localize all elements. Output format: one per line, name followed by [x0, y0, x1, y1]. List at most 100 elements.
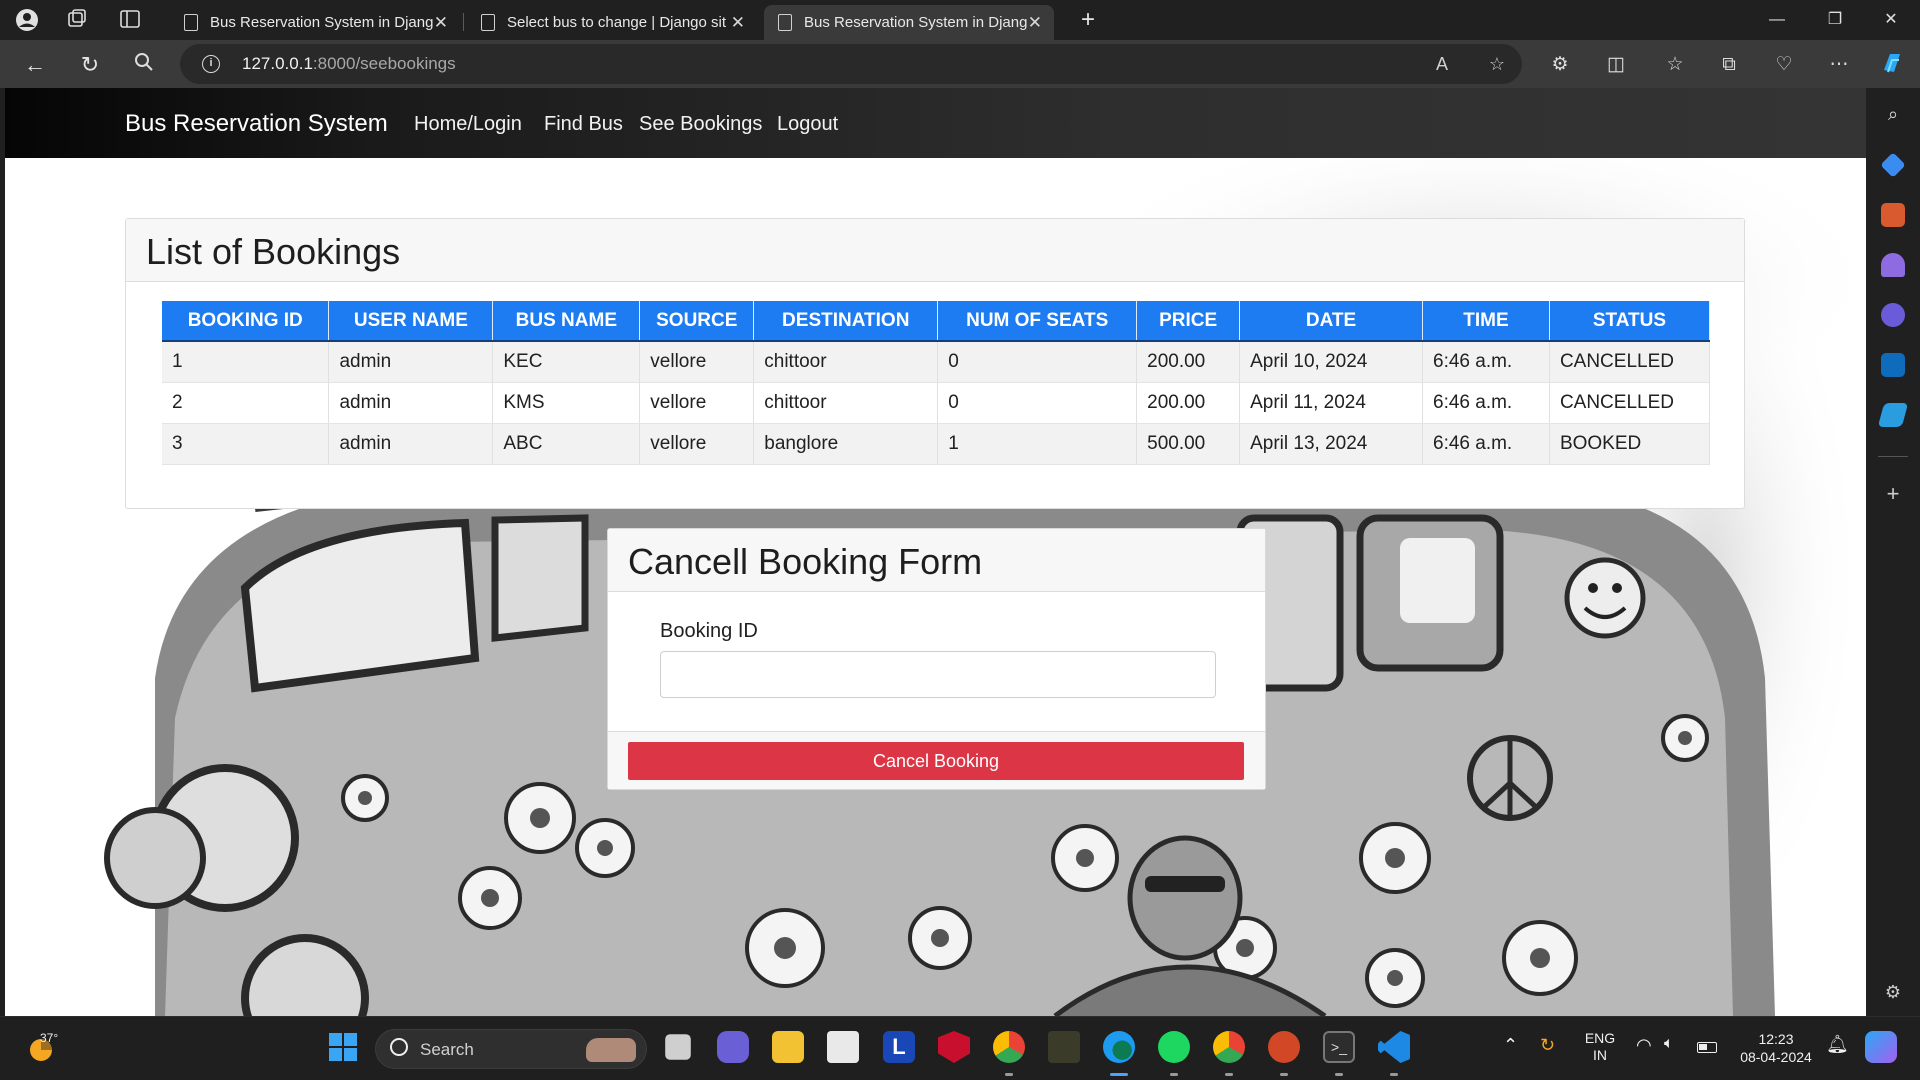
tab-bus-reservation-active[interactable]: Bus Reservation System in Djang ✕ — [764, 5, 1054, 40]
edge-icon[interactable] — [1103, 1031, 1135, 1063]
sidebar-settings-icon[interactable]: ⚙ — [1881, 980, 1905, 1004]
browser-tab-bar: Bus Reservation System in Djang ✕ Select… — [0, 0, 1920, 40]
tab-divider — [463, 13, 464, 31]
terminal-icon[interactable]: >_ — [1323, 1031, 1355, 1063]
cell-num-of-seats: 0 — [937, 382, 1138, 424]
running-indicator — [1170, 1073, 1178, 1076]
outlook-icon[interactable] — [1881, 353, 1905, 377]
close-tab-icon[interactable]: ✕ — [434, 5, 448, 40]
cell-destination: chittoor — [753, 341, 939, 383]
edge-sidebar: ⌕ + ⚙ — [1866, 88, 1920, 1016]
powerpoint-icon[interactable] — [1268, 1031, 1300, 1063]
more-menu-icon[interactable]: ⋯ — [1824, 50, 1854, 80]
search-icon — [390, 1038, 408, 1056]
cell-booking-id: 1 — [162, 341, 330, 383]
teams-meet-icon[interactable] — [717, 1031, 749, 1063]
cell-price: 200.00 — [1136, 382, 1241, 424]
favorite-star-icon[interactable]: ☆ — [1485, 52, 1509, 76]
l-app-icon[interactable]: L — [883, 1031, 915, 1063]
drop-icon[interactable] — [1877, 403, 1909, 427]
split-screen-icon[interactable]: ◫ — [1601, 50, 1631, 80]
task-view-icon[interactable] — [665, 1034, 691, 1060]
col-destination: DESTINATION — [753, 301, 939, 342]
collections-icon[interactable]: ⧉ — [1714, 50, 1744, 80]
cancel-booking-button[interactable]: Cancel Booking — [628, 742, 1244, 780]
microsoft-store-icon[interactable] — [827, 1031, 859, 1063]
nav-see-bookings[interactable]: See Bookings — [639, 113, 762, 136]
taskbar-search-box[interactable]: Search — [375, 1029, 647, 1069]
cell-destination: chittoor — [753, 382, 939, 424]
refresh-icon[interactable]: ↻ — [75, 50, 105, 80]
sidebar-search-icon[interactable]: ⌕ — [1881, 104, 1905, 128]
notifications-bell-icon[interactable]: 🔔︎ — [1826, 1034, 1849, 1055]
start-windows-icon[interactable] — [327, 1031, 359, 1063]
clock[interactable]: 12:23 08-04-2024 — [1736, 1030, 1816, 1066]
copilot-taskbar-icon[interactable] — [1865, 1031, 1897, 1063]
language-indicator[interactable]: ENG IN — [1584, 1030, 1616, 1064]
cancel-card-footer: Cancel Booking — [608, 731, 1265, 789]
search-icon[interactable] — [129, 50, 159, 80]
browser-essentials-icon[interactable]: ♡ — [1769, 50, 1799, 80]
vertical-tabs-icon[interactable] — [118, 8, 142, 32]
vscode-icon[interactable] — [1378, 1031, 1410, 1063]
close-window-icon[interactable]: ✕ — [1862, 0, 1920, 40]
extensions-icon[interactable]: ⚙ — [1545, 50, 1575, 80]
page-icon — [481, 14, 495, 31]
cell-date: April 13, 2024 — [1239, 423, 1423, 465]
nav-logout[interactable]: Logout — [777, 113, 838, 136]
page-icon — [778, 14, 792, 31]
mcafee-icon[interactable] — [938, 1031, 970, 1063]
address-bar[interactable]: i 127.0.0.1:8000/seebookings A ☆ — [180, 44, 1522, 84]
site-info-icon[interactable]: i — [202, 55, 220, 73]
show-hidden-icons-icon[interactable]: ⌃ — [1503, 1035, 1518, 1056]
booking-id-input[interactable] — [660, 651, 1216, 698]
battery-icon[interactable] — [1697, 1042, 1717, 1053]
clock-time: 12:23 — [1758, 1031, 1794, 1047]
cell-user-name: admin — [328, 341, 494, 383]
file-explorer-icon[interactable] — [772, 1031, 804, 1063]
bookings-table: BOOKING ID USER NAME BUS NAME SOURCE DES… — [162, 301, 1711, 465]
close-tab-icon[interactable]: ✕ — [1028, 5, 1042, 40]
tools-briefcase-icon[interactable] — [1881, 203, 1905, 227]
taskbar-search-placeholder: Search — [420, 1040, 474, 1059]
tab-select-bus[interactable]: Select bus to change | Django sit ✕ — [467, 5, 757, 40]
microsoft-365-icon[interactable] — [1881, 303, 1905, 327]
favorites-icon[interactable]: ☆ — [1660, 50, 1690, 80]
sidebar-divider — [1878, 456, 1908, 457]
cancel-booking-card: Cancell Booking Form Booking ID Cancel B… — [607, 528, 1266, 790]
new-tab-icon[interactable]: + — [1076, 8, 1100, 32]
col-source: SOURCE — [639, 301, 755, 342]
minimize-icon[interactable]: — — [1748, 0, 1806, 40]
chrome-profile-2-icon[interactable] — [1213, 1031, 1245, 1063]
nav-find-bus[interactable]: Find Bus — [544, 113, 623, 136]
close-tab-icon[interactable]: ✕ — [731, 5, 745, 40]
add-sidebar-app-icon[interactable]: + — [1881, 482, 1905, 506]
table-header-row: BOOKING ID USER NAME BUS NAME SOURCE DES… — [162, 301, 1711, 342]
cell-status: BOOKED — [1549, 423, 1711, 465]
profile-icon[interactable] — [15, 8, 39, 32]
chrome-profile-1-icon[interactable] — [993, 1031, 1025, 1063]
col-status: STATUS — [1549, 301, 1711, 342]
site-navbar: Bus Reservation System Home/Login Find B… — [5, 88, 1866, 158]
restore-icon[interactable]: ❐ — [1806, 0, 1864, 40]
spotify-icon[interactable] — [1158, 1031, 1190, 1063]
cell-status: CANCELLED — [1549, 382, 1711, 424]
region-code: IN — [1593, 1047, 1607, 1063]
tab-bus-reservation-1[interactable]: Bus Reservation System in Djang ✕ — [170, 5, 460, 40]
tab-title: Bus Reservation System in Djang — [210, 14, 434, 31]
volume-icon[interactable]: 🔈︎ — [1664, 1035, 1674, 1053]
workspaces-icon[interactable] — [65, 8, 89, 32]
brand-link[interactable]: Bus Reservation System — [125, 110, 388, 138]
read-aloud-icon[interactable]: A — [1430, 52, 1454, 76]
back-icon[interactable]: ← — [20, 50, 50, 80]
cell-bus-name: KEC — [492, 341, 641, 383]
shopping-tag-icon[interactable] — [1880, 152, 1906, 178]
nav-home-login[interactable]: Home/Login — [414, 113, 522, 136]
wifi-icon[interactable]: ◠ — [1636, 1035, 1652, 1056]
sync-icon[interactable]: ↻ — [1540, 1035, 1555, 1056]
games-icon[interactable] — [1881, 253, 1905, 277]
bookings-card: List of Bookings BOOKING ID USER NAME BU… — [125, 218, 1745, 509]
cell-price: 200.00 — [1136, 341, 1241, 383]
game-bar-icon[interactable] — [1048, 1031, 1080, 1063]
copilot-icon[interactable] — [1877, 50, 1907, 80]
